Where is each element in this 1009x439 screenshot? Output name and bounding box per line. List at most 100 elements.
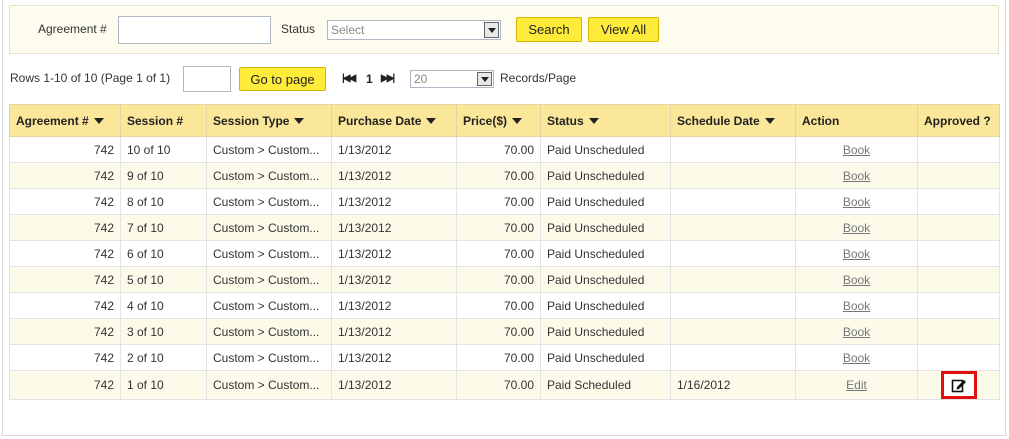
- cell-session: 6 of 10: [120, 240, 207, 267]
- status-label: Status: [281, 22, 316, 36]
- cell-agreement: 742: [9, 162, 121, 189]
- cell-status: Paid Unscheduled: [540, 162, 671, 189]
- records-per-page-label: Records/Page: [500, 71, 577, 85]
- last-page-icon[interactable]: ▶▶|: [381, 73, 395, 84]
- col-purchase-date[interactable]: Purchase Date: [331, 104, 457, 137]
- table-row: 742 2 of 10 Custom > Custom... 1/13/2012…: [9, 344, 1000, 371]
- cell-price: 70.00: [456, 318, 541, 345]
- col-approved: Approved ?: [917, 104, 1000, 137]
- cell-schedule-date: 1/16/2012: [670, 370, 796, 400]
- cell-purchase-date: 1/13/2012: [331, 136, 457, 163]
- book-link[interactable]: Book: [843, 221, 870, 235]
- cell-session: 3 of 10: [120, 318, 207, 345]
- cell-price: 70.00: [456, 240, 541, 267]
- first-page-icon[interactable]: |◀◀: [342, 73, 356, 84]
- records-per-page-value: 20: [414, 72, 428, 86]
- cell-approved: [917, 266, 1000, 293]
- table-row: 742 8 of 10 Custom > Custom... 1/13/2012…: [9, 188, 1000, 215]
- table-row: 742 7 of 10 Custom > Custom... 1/13/2012…: [9, 214, 1000, 241]
- cell-agreement: 742: [9, 292, 121, 319]
- book-link[interactable]: Book: [843, 273, 870, 287]
- cell-action: Book: [795, 344, 918, 371]
- status-select[interactable]: Select: [327, 20, 501, 40]
- sort-arrow-icon: [93, 118, 104, 125]
- cell-session-type: Custom > Custom...: [206, 318, 332, 345]
- cell-session-type: Custom > Custom...: [206, 136, 332, 163]
- table-header-row: Agreement # Session # Session Type Purch…: [9, 104, 1000, 137]
- cell-action: Book: [795, 162, 918, 189]
- cell-status: Paid Unscheduled: [540, 188, 671, 215]
- chevron-down-icon[interactable]: [477, 72, 492, 86]
- cell-agreement: 742: [9, 344, 121, 371]
- cell-action: Book: [795, 318, 918, 345]
- edit-link[interactable]: Edit: [846, 378, 867, 392]
- cell-action: Book: [795, 214, 918, 241]
- cell-session: 9 of 10: [120, 162, 207, 189]
- cell-price: 70.00: [456, 266, 541, 293]
- cell-schedule-date: [670, 292, 796, 319]
- cell-agreement: 742: [9, 214, 121, 241]
- view-all-button[interactable]: View All: [588, 17, 659, 42]
- cell-session: 2 of 10: [120, 344, 207, 371]
- cell-purchase-date: 1/13/2012: [331, 162, 457, 189]
- goto-page-input[interactable]: [183, 66, 231, 92]
- cell-purchase-date: 1/13/2012: [331, 266, 457, 293]
- sort-arrow-icon: [512, 118, 523, 125]
- col-status[interactable]: Status: [540, 104, 671, 137]
- status-select-value: Select: [331, 23, 365, 37]
- col-price[interactable]: Price($): [456, 104, 541, 137]
- cell-purchase-date: 1/13/2012: [331, 318, 457, 345]
- cell-session-type: Custom > Custom...: [206, 240, 332, 267]
- cell-action: Book: [795, 292, 918, 319]
- book-link[interactable]: Book: [843, 247, 870, 261]
- records-per-page-select[interactable]: 20: [410, 70, 494, 88]
- col-action: Action: [795, 104, 918, 137]
- cell-agreement: 742: [9, 370, 121, 400]
- cell-purchase-date: 1/13/2012: [331, 240, 457, 267]
- go-to-page-button[interactable]: Go to page: [239, 67, 326, 91]
- approve-edit-button[interactable]: [940, 371, 977, 399]
- cell-session: 5 of 10: [120, 266, 207, 293]
- cell-approved: [917, 162, 1000, 189]
- cell-status: Paid Unscheduled: [540, 240, 671, 267]
- col-agreement[interactable]: Agreement #: [9, 104, 121, 137]
- book-link[interactable]: Book: [843, 325, 870, 339]
- cell-session: 1 of 10: [120, 370, 207, 400]
- cell-session: 10 of 10: [120, 136, 207, 163]
- cell-schedule-date: [670, 162, 796, 189]
- book-link[interactable]: Book: [843, 351, 870, 365]
- search-button[interactable]: Search: [516, 17, 582, 42]
- cell-price: 70.00: [456, 292, 541, 319]
- cell-price: 70.00: [456, 370, 541, 400]
- cell-status: Paid Scheduled: [540, 370, 671, 400]
- cell-schedule-date: [670, 344, 796, 371]
- cell-action: Edit: [795, 370, 918, 400]
- col-session-type[interactable]: Session Type: [206, 104, 332, 137]
- table-row: 742 1 of 10 Custom > Custom... 1/13/2012…: [9, 370, 1000, 400]
- cell-price: 70.00: [456, 344, 541, 371]
- cell-session: 8 of 10: [120, 188, 207, 215]
- cell-session-type: Custom > Custom...: [206, 344, 332, 371]
- book-link[interactable]: Book: [843, 195, 870, 209]
- agreement-label: Agreement #: [38, 22, 107, 36]
- col-schedule-date[interactable]: Schedule Date: [670, 104, 796, 137]
- rows-info: Rows 1-10 of 10 (Page 1 of 1): [10, 71, 171, 85]
- cell-schedule-date: [670, 240, 796, 267]
- table-row: 742 10 of 10 Custom > Custom... 1/13/201…: [9, 136, 1000, 163]
- book-link[interactable]: Book: [843, 169, 870, 183]
- agreement-input[interactable]: [118, 16, 271, 44]
- cell-status: Paid Unscheduled: [540, 214, 671, 241]
- cell-price: 70.00: [456, 214, 541, 241]
- chevron-down-icon[interactable]: [484, 22, 499, 38]
- cell-approved: [917, 370, 1000, 400]
- book-link[interactable]: Book: [843, 143, 870, 157]
- cell-status: Paid Unscheduled: [540, 344, 671, 371]
- cell-purchase-date: 1/13/2012: [331, 188, 457, 215]
- sort-arrow-icon: [764, 118, 775, 125]
- cell-action: Book: [795, 266, 918, 293]
- cell-schedule-date: [670, 188, 796, 215]
- cell-session-type: Custom > Custom...: [206, 214, 332, 241]
- cell-agreement: 742: [9, 240, 121, 267]
- cell-approved: [917, 344, 1000, 371]
- book-link[interactable]: Book: [843, 299, 870, 313]
